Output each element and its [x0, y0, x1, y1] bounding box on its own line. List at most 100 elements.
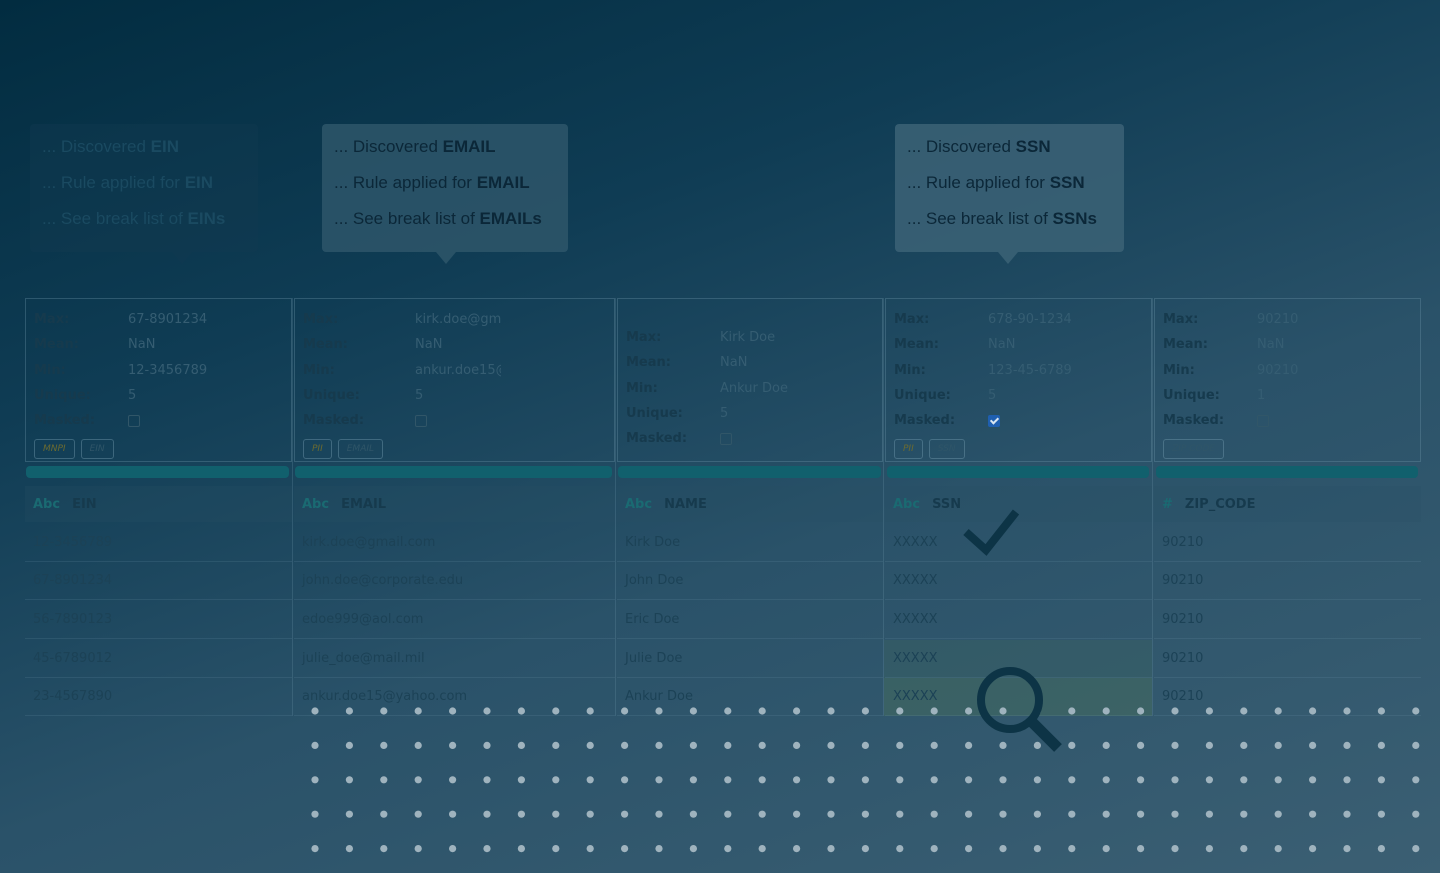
decorative-dot — [517, 776, 526, 784]
decorative-dot — [1137, 845, 1145, 853]
decorative-dot — [689, 707, 698, 715]
decorative-dot — [1412, 741, 1420, 750]
decorative-dot — [1205, 776, 1213, 784]
decorative-dot — [724, 707, 732, 715]
decorative-dot — [896, 776, 904, 784]
decorative-dot — [1205, 845, 1213, 853]
decorative-dot — [1274, 810, 1282, 818]
decorative-dot — [1171, 776, 1179, 784]
decorative-dot — [1309, 845, 1317, 853]
decorative-dot — [1343, 707, 1351, 715]
decorative-dot — [827, 707, 835, 715]
decorative-dot — [793, 810, 801, 818]
decorative-dot — [1274, 741, 1282, 750]
decorative-dot — [552, 845, 560, 853]
decorative-dot — [345, 810, 353, 818]
decorative-dot — [965, 845, 973, 853]
decorative-dot — [1205, 707, 1213, 715]
decorative-dot — [896, 810, 904, 818]
decorative-dot — [1343, 776, 1351, 784]
decorative-dot — [621, 845, 629, 853]
decorative-dot — [655, 810, 663, 818]
decorative-dot — [517, 741, 526, 750]
decorative-dot — [724, 845, 732, 853]
decorative-dot — [414, 741, 422, 750]
decorative-dot — [1137, 741, 1145, 750]
decorative-dot — [483, 741, 491, 750]
decorative-dot — [1102, 707, 1110, 715]
decorative-dot — [689, 845, 698, 853]
decorative-dot — [1412, 810, 1420, 818]
decorative-dot — [758, 810, 766, 818]
decorative-dot — [1102, 741, 1110, 750]
decorative-dot — [999, 810, 1007, 818]
decorative-dot — [1033, 810, 1041, 818]
decorative-dot — [1309, 776, 1317, 784]
decorative-dot — [1274, 707, 1282, 715]
decorative-dot — [1377, 741, 1385, 750]
decorative-dot — [311, 741, 319, 750]
decorative-dot — [1377, 776, 1385, 784]
decorative-dot — [1412, 707, 1420, 715]
decorative-dot — [449, 707, 457, 715]
decorative-dot — [827, 810, 835, 818]
decorative-dot — [1137, 707, 1145, 715]
decorative-dot — [449, 776, 457, 784]
decorative-dot — [1274, 776, 1282, 784]
decorative-dot — [930, 707, 938, 715]
decorative-dot — [1343, 845, 1351, 853]
decorative-dot — [689, 810, 698, 818]
decorative-dot — [517, 845, 526, 853]
decorative-dot — [483, 776, 491, 784]
decorative-dot — [380, 776, 388, 784]
decorative-dot — [861, 845, 870, 853]
decorative-dot — [1102, 810, 1110, 818]
decorative-dot — [1412, 776, 1420, 784]
decorative-dot — [965, 810, 973, 818]
decorative-dot — [414, 707, 422, 715]
decorative-dot — [311, 845, 319, 853]
decorative-dot — [345, 776, 353, 784]
decorative-dot — [517, 707, 526, 715]
decorative-dot — [1171, 707, 1179, 715]
decorative-dot — [1377, 845, 1385, 853]
decorative-dot — [449, 810, 457, 818]
decorative-dot — [621, 707, 629, 715]
decorative-dot — [380, 845, 388, 853]
decorative-dot — [1343, 810, 1351, 818]
decorative-dot — [311, 776, 319, 784]
decorative-dot — [655, 776, 663, 784]
decorative-dot — [965, 776, 973, 784]
decorative-dot — [1377, 810, 1385, 818]
decorative-dot — [1033, 845, 1041, 853]
decorative-dot — [1343, 741, 1351, 750]
decorative-dot — [793, 707, 801, 715]
decorative-dot — [449, 741, 457, 750]
decorative-dot — [380, 707, 388, 715]
decorative-dot — [345, 707, 353, 715]
decorative-dot — [930, 741, 938, 750]
decorative-dot — [552, 810, 560, 818]
decorative-dot — [345, 741, 353, 750]
decorative-dot — [793, 741, 801, 750]
decorative-dot — [552, 776, 560, 784]
decorative-dot — [1309, 810, 1317, 818]
decorative-dot — [1240, 810, 1248, 818]
decorative-dot — [586, 741, 594, 750]
decorative-dot — [483, 810, 491, 818]
decorative-dot — [1102, 776, 1110, 784]
decorative-dot — [1309, 707, 1317, 715]
decorative-dot — [1377, 707, 1385, 715]
decorative-dot — [1205, 810, 1213, 818]
decorative-dot — [380, 810, 388, 818]
decorative-dot — [758, 707, 766, 715]
decorative-dot — [689, 776, 698, 784]
decorative-dot — [827, 845, 835, 853]
decorative-dot — [483, 845, 491, 853]
decorative-dot — [552, 707, 560, 715]
decorative-dot — [586, 707, 594, 715]
decorative-dot — [896, 707, 904, 715]
decorative-dot — [414, 810, 422, 818]
dot-grid-pattern — [311, 707, 1420, 853]
decorative-dot — [621, 776, 629, 784]
